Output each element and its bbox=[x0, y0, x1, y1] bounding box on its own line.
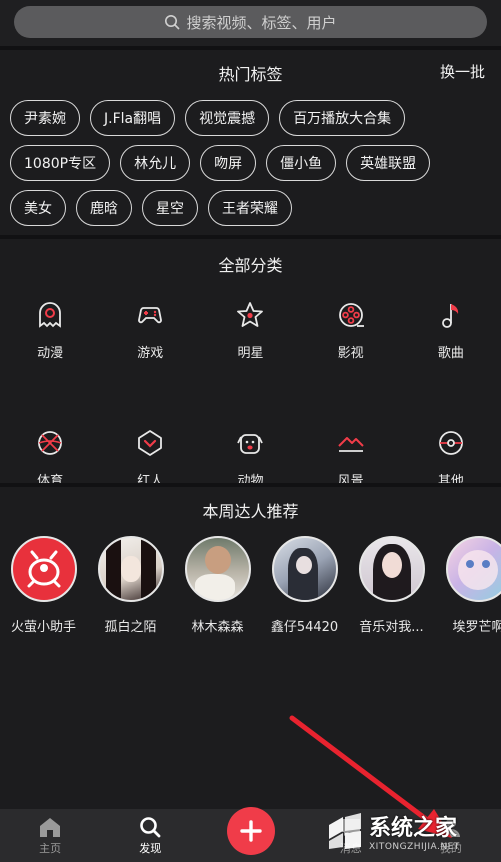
talent-item[interactable]: 埃罗芒啊 bbox=[435, 536, 501, 635]
gamepad-icon bbox=[138, 307, 163, 324]
star-icon bbox=[237, 302, 264, 327]
category-label: 歌曲 bbox=[437, 346, 464, 361]
tag-chip[interactable]: 英雄联盟 bbox=[346, 145, 431, 181]
category-label: 动漫 bbox=[37, 346, 64, 361]
talent-name: 林木森森 bbox=[191, 620, 244, 635]
talent-name: 孤白之陌 bbox=[104, 620, 157, 635]
avatar bbox=[97, 536, 164, 602]
weekly-talent-title: 本周达人推荐 bbox=[202, 502, 299, 521]
tab-discover[interactable]: 发现 bbox=[100, 809, 200, 862]
avatar bbox=[10, 536, 77, 602]
divider bbox=[0, 483, 501, 487]
tab-label: 发现 bbox=[139, 841, 162, 855]
divider bbox=[0, 46, 501, 50]
tag-chip[interactable]: 星空 bbox=[142, 190, 198, 226]
watermark: 系统之家 XITONGZHIJIA.NET bbox=[325, 802, 497, 860]
category-anime[interactable]: 动漫 bbox=[0, 300, 100, 428]
music-note-icon bbox=[441, 304, 458, 328]
tag-chip[interactable]: J.Fla翻唱 bbox=[90, 100, 176, 136]
tag-chip[interactable]: 1080P专区 bbox=[10, 145, 111, 181]
category-label: 游戏 bbox=[137, 346, 164, 361]
tag-chip[interactable]: 百万播放大合集 bbox=[279, 100, 406, 136]
avatar bbox=[271, 536, 338, 602]
talent-name: 火萤小助手 bbox=[10, 620, 76, 635]
create-button[interactable] bbox=[226, 806, 275, 855]
search-icon bbox=[140, 816, 161, 837]
tab-label: 主页 bbox=[39, 841, 62, 855]
search-icon bbox=[165, 15, 181, 30]
tag-chip[interactable]: 林允儿 bbox=[120, 145, 191, 181]
plus-icon bbox=[239, 819, 262, 842]
tag-chip[interactable]: 尹素婉 bbox=[10, 100, 80, 136]
category-music[interactable]: 歌曲 bbox=[401, 300, 501, 428]
talent-item[interactable]: 火萤小助手 bbox=[0, 536, 87, 635]
firefly-logo-icon bbox=[27, 550, 60, 588]
categories-title: 全部分类 bbox=[218, 256, 283, 275]
ghost-icon bbox=[39, 302, 61, 328]
search-input[interactable]: 搜索视频、标签、用户 bbox=[14, 6, 487, 38]
category-stars[interactable]: 明星 bbox=[200, 300, 300, 428]
refresh-tags-button[interactable]: 换一批 bbox=[440, 61, 485, 82]
tab-home[interactable]: 主页 bbox=[0, 809, 100, 862]
compass-icon bbox=[438, 431, 463, 455]
category-film[interactable]: 影视 bbox=[301, 300, 401, 428]
search-placeholder: 搜索视频、标签、用户 bbox=[186, 13, 337, 32]
home-icon bbox=[40, 817, 61, 837]
divider bbox=[0, 235, 501, 239]
talent-item[interactable]: 孤白之陌 bbox=[87, 536, 174, 635]
category-label: 明星 bbox=[237, 346, 264, 361]
tag-chip[interactable]: 吻屏 bbox=[200, 145, 257, 181]
heart-badge-icon bbox=[138, 430, 163, 456]
talent-item[interactable]: 林木森森 bbox=[174, 536, 261, 635]
hot-tags-list: 尹素婉 J.Fla翻唱 视觉震撼 百万播放大合集 1080P专区 林允儿 吻屏 … bbox=[10, 100, 495, 235]
watermark-logo-icon bbox=[329, 813, 361, 849]
watermark-subtitle: XITONGZHIJIA.NET bbox=[369, 842, 460, 852]
watermark-title: 系统之家 bbox=[369, 816, 458, 841]
basketball-icon bbox=[38, 431, 62, 455]
talent-list: 火萤小助手 孤白之陌 林木森森 鑫仔54420 音乐对我... 埃罗芒啊 bbox=[0, 536, 501, 635]
search-header: 搜索视频、标签、用户 bbox=[0, 0, 501, 46]
tag-chip[interactable]: 美女 bbox=[10, 190, 66, 226]
talent-item[interactable]: 鑫仔54420 bbox=[261, 536, 348, 635]
mountain-icon bbox=[337, 437, 364, 452]
tag-chip[interactable]: 僵小鱼 bbox=[266, 145, 337, 181]
film-reel-icon bbox=[338, 303, 364, 327]
tab-create[interactable] bbox=[200, 806, 300, 862]
dog-face-icon bbox=[237, 434, 264, 454]
talent-name: 音乐对我... bbox=[359, 620, 424, 635]
avatar bbox=[445, 536, 501, 602]
category-label: 影视 bbox=[337, 346, 364, 361]
category-games[interactable]: 游戏 bbox=[100, 300, 200, 428]
tag-chip[interactable]: 鹿晗 bbox=[76, 190, 132, 226]
avatar bbox=[358, 536, 425, 602]
tag-chip[interactable]: 王者荣耀 bbox=[208, 190, 292, 226]
hot-tags-title: 热门标签 bbox=[218, 65, 283, 84]
talent-name: 埃罗芒啊 bbox=[452, 620, 501, 635]
talent-name: 鑫仔54420 bbox=[270, 620, 339, 635]
tag-chip[interactable]: 视觉震撼 bbox=[185, 100, 270, 136]
avatar bbox=[184, 536, 251, 602]
talent-item[interactable]: 音乐对我... bbox=[348, 536, 435, 635]
